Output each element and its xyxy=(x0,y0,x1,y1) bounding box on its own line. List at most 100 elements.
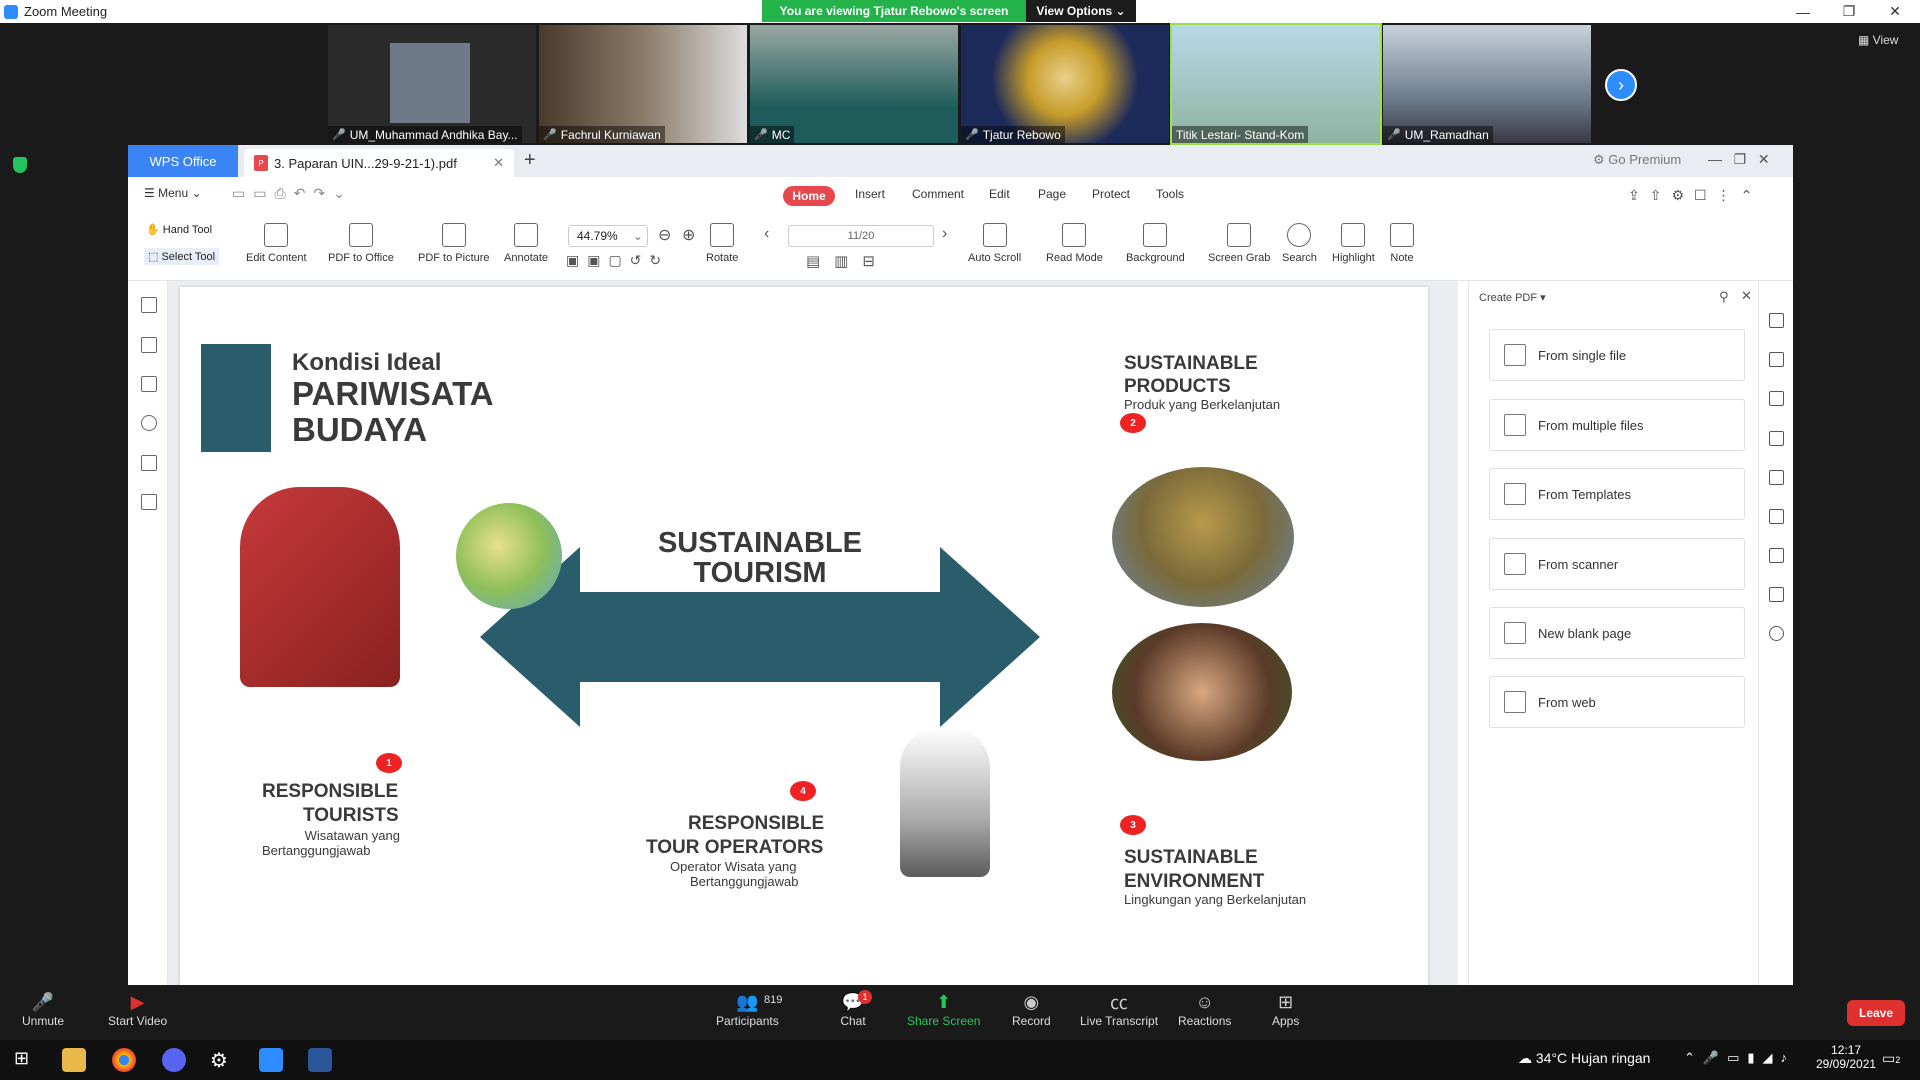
annotate-button[interactable]: Annotate xyxy=(504,223,548,264)
record-button[interactable]: ◉ Record xyxy=(1012,990,1051,1029)
word-icon[interactable] xyxy=(308,1048,332,1072)
print-icon[interactable] xyxy=(1769,548,1784,563)
wps-window-controls[interactable]: — ❐ ✕ xyxy=(1708,151,1770,168)
view-button[interactable]: ▦ View xyxy=(1858,33,1898,47)
minimize-icon[interactable]: — xyxy=(1780,0,1826,23)
next-page-arrow-icon[interactable]: › xyxy=(1605,69,1637,101)
top-right-action-icons[interactable]: ⇪⇧⚙☐⋮⌃ xyxy=(1628,187,1762,204)
rotate-button[interactable]: Rotate xyxy=(706,223,738,264)
notification-icon[interactable]: ▭2 xyxy=(1882,1050,1900,1067)
pin-icon[interactable]: ⚲ xyxy=(1719,289,1729,305)
video-tile[interactable]: 🎤 UM_Muhammad Andhika Bay... xyxy=(328,25,536,143)
menu-button[interactable]: ☰ Menu ⌄ xyxy=(144,186,202,200)
badge-2: 2 xyxy=(1120,413,1146,433)
wps-office-tab[interactable]: WPS Office xyxy=(128,145,238,177)
video-tile[interactable]: 🎤 MC xyxy=(750,25,958,143)
from-single-file-label: From single file xyxy=(1538,347,1627,363)
merge-icon xyxy=(1504,414,1526,436)
quick-access-icons[interactable]: ▭▭⎙↶↷⌄ xyxy=(232,185,353,202)
page-number-input[interactable]: 11/20 xyxy=(788,225,934,247)
sign-icon[interactable] xyxy=(1769,470,1784,485)
pdf-to-picture-button[interactable]: PDF to Picture xyxy=(418,223,490,264)
video-tile-active-speaker[interactable]: Titik Lestari- Stand-Kom xyxy=(1170,23,1382,145)
note-button[interactable]: Note xyxy=(1390,223,1414,264)
background-button[interactable]: Background xyxy=(1126,223,1185,264)
edit-icon[interactable] xyxy=(1769,352,1784,367)
tab-comment[interactable]: Comment xyxy=(912,187,964,201)
hand-tool-label: Hand Tool xyxy=(162,224,213,236)
reactions-button[interactable]: ☺ Reactions xyxy=(1178,990,1231,1029)
view-fit-icons[interactable]: ▣▣▢↺↻ xyxy=(566,252,669,269)
tab-home[interactable]: Home xyxy=(783,186,835,206)
split-icon[interactable] xyxy=(1769,509,1784,524)
tab-page[interactable]: Page xyxy=(1038,187,1066,201)
from-web-button[interactable]: From web xyxy=(1489,676,1745,728)
signature-icon[interactable] xyxy=(141,455,157,471)
compress-icon[interactable] xyxy=(1769,587,1784,602)
tab-insert[interactable]: Insert xyxy=(855,187,885,201)
video-tile[interactable]: 🎤 Fachrul Kurniawan xyxy=(539,25,747,143)
share-screen-button[interactable]: ⬆ Share Screen xyxy=(907,990,980,1029)
settings-gear-icon[interactable]: ⚙ xyxy=(210,1048,234,1072)
comment-icon[interactable] xyxy=(141,376,157,392)
windows-start-icon[interactable]: ⊞ xyxy=(14,1048,38,1072)
document-tab[interactable]: P 3. Paparan UIN...29-9-21-1).pdf ✕ xyxy=(244,149,514,177)
search-button[interactable]: Search xyxy=(1282,223,1317,264)
form-icon[interactable] xyxy=(1769,431,1784,446)
go-premium-button[interactable]: ⚙ Go Premium xyxy=(1593,152,1681,168)
zoom-search-icon[interactable] xyxy=(1769,626,1784,641)
video-tile[interactable]: 🎤 Tjatur Rebowo xyxy=(961,25,1169,143)
weather-widget[interactable]: ☁ 34°C Hujan ringan xyxy=(1518,1050,1650,1067)
edit-content-button[interactable]: Edit Content xyxy=(246,223,307,264)
file-explorer-icon[interactable] xyxy=(62,1048,86,1072)
live-transcript-button[interactable]: ㏄ Live Transcript xyxy=(1080,990,1158,1028)
from-single-file-button[interactable]: From single file xyxy=(1489,329,1745,381)
leave-button[interactable]: Leave xyxy=(1847,1000,1905,1026)
pdf-to-office-button[interactable]: PDF to Office xyxy=(328,223,394,264)
search-results-icon[interactable] xyxy=(141,494,157,510)
create-pdf-dropdown[interactable]: Create PDF ▾ xyxy=(1479,291,1546,304)
create-pdf-icon[interactable] xyxy=(1769,313,1784,328)
bookmark-icon[interactable] xyxy=(141,297,157,313)
auto-scroll-button[interactable]: Auto Scroll xyxy=(968,223,1021,264)
rotate-icon xyxy=(710,223,735,247)
apps-button[interactable]: ⊞ Apps xyxy=(1272,990,1299,1029)
tray-icons[interactable]: ⌃🎤▭▮◢♪ xyxy=(1684,1050,1795,1066)
video-tile[interactable]: 🎤 UM_Ramadhan xyxy=(1383,25,1591,143)
next-page-icon[interactable]: › xyxy=(942,225,947,243)
tab-edit[interactable]: Edit xyxy=(989,187,1010,201)
chrome-icon[interactable] xyxy=(112,1048,136,1072)
highlight-button[interactable]: Highlight xyxy=(1332,223,1375,264)
share-banner: You are viewing Tjatur Rebowo's screen V… xyxy=(762,0,1136,22)
new-blank-page-button[interactable]: New blank page xyxy=(1489,607,1745,659)
screen-grab-button[interactable]: Screen Grab xyxy=(1208,223,1270,264)
close-tab-icon[interactable]: ✕ xyxy=(493,155,504,171)
page-layout-icons[interactable]: ▤▥⊟ xyxy=(806,252,889,270)
close-panel-icon[interactable]: ✕ xyxy=(1741,288,1752,304)
tab-tools[interactable]: Tools xyxy=(1156,187,1184,201)
zoom-out-icon[interactable]: ⊖ xyxy=(658,225,671,245)
clock[interactable]: 12:17 29/09/2021 xyxy=(1816,1043,1876,1071)
tab-protect[interactable]: Protect xyxy=(1092,187,1130,201)
thumbnail-icon[interactable] xyxy=(141,337,157,353)
view-options-button[interactable]: View Options ⌄ xyxy=(1026,0,1136,22)
new-tab-icon[interactable]: + xyxy=(524,149,536,172)
from-scanner-button[interactable]: From scanner xyxy=(1489,538,1745,590)
zoom-taskbar-icon[interactable] xyxy=(259,1048,283,1072)
restore-icon[interactable]: ❐ xyxy=(1826,0,1872,23)
unmute-button[interactable]: 🎤 Unmute xyxy=(22,990,64,1029)
convert-icon[interactable] xyxy=(1769,391,1784,406)
from-templates-button[interactable]: From Templates xyxy=(1489,468,1745,520)
read-mode-button[interactable]: Read Mode xyxy=(1046,223,1103,264)
close-icon[interactable]: ✕ xyxy=(1872,0,1918,23)
prev-page-icon[interactable]: ‹ xyxy=(764,225,769,243)
from-multiple-files-button[interactable]: From multiple files xyxy=(1489,399,1745,451)
select-tool-button[interactable]: ⬚ Select Tool xyxy=(144,248,220,265)
attachment-icon[interactable] xyxy=(141,415,157,431)
zoom-in-icon[interactable]: ⊕ xyxy=(682,225,695,245)
discord-icon[interactable] xyxy=(162,1048,186,1072)
start-video-button[interactable]: ▶ Start Video xyxy=(108,990,167,1029)
hand-tool-button[interactable]: ✋ Hand Tool xyxy=(146,223,212,236)
zoom-level-select[interactable]: 44.79% ⌄ xyxy=(568,225,648,247)
security-shield-icon[interactable] xyxy=(13,157,27,173)
